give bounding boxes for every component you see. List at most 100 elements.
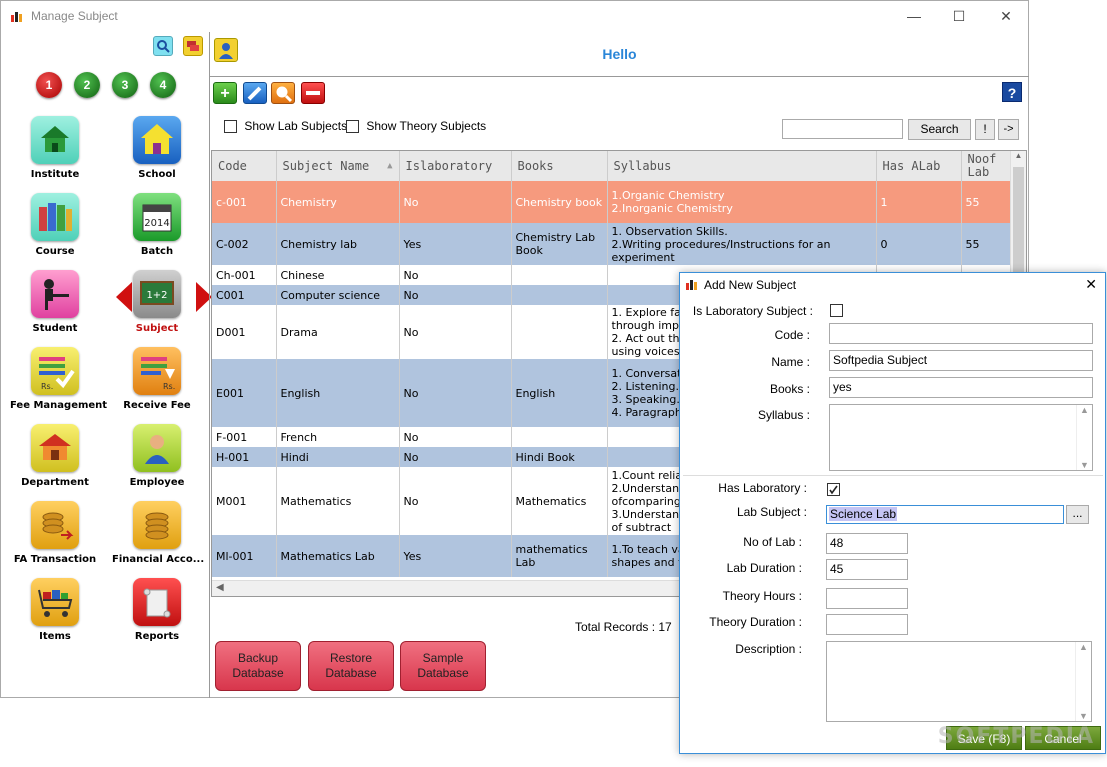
add-subject-dialog: Add New Subject ✕ Is Laboratory Subject …: [679, 272, 1106, 754]
show-theory-checkbox[interactable]: [346, 120, 359, 134]
minimize-button[interactable]: —: [894, 5, 934, 27]
tile-fa-transaction[interactable]: FA Transaction: [10, 501, 100, 571]
no-of-lab-label: No of Lab :: [743, 535, 802, 549]
tile-fee-management[interactable]: Rs. Fee Management: [10, 347, 107, 417]
tile-school[interactable]: School: [112, 116, 202, 186]
column-header-books[interactable]: Books: [511, 151, 608, 181]
cell-books: Mathematics: [511, 467, 608, 535]
dialog-title-bar: Add New Subject ✕: [680, 273, 1105, 297]
lab-subject-input[interactable]: Science Lab: [826, 505, 1064, 524]
scroll-up-icon[interactable]: ▲: [1077, 405, 1092, 415]
maximize-button[interactable]: ☐: [939, 5, 979, 27]
greeting-bar: Hello: [210, 32, 1029, 77]
cell-islab: Yes: [399, 223, 512, 265]
tile-batch[interactable]: 2014 Batch: [112, 193, 202, 263]
cell-has-alab: 1: [876, 181, 962, 223]
theory-duration-input[interactable]: [826, 614, 908, 635]
cell-code: E001: [212, 359, 277, 427]
add-button[interactable]: +: [213, 82, 237, 104]
magnifier-icon: [276, 86, 293, 103]
scroll-up-icon[interactable]: ▲: [1011, 151, 1026, 160]
scroll-left-icon[interactable]: ◀: [216, 582, 224, 593]
tile-department[interactable]: Department: [10, 424, 100, 494]
syllabus-scrollbar[interactable]: ▲ ▼: [1076, 405, 1092, 470]
cell-code: D001: [212, 305, 277, 359]
column-header-noof-lab[interactable]: Noof Lab: [961, 151, 1013, 181]
tile-reports[interactable]: Reports: [112, 578, 202, 648]
cell-name: Hindi: [276, 447, 400, 467]
tile-items[interactable]: Items: [10, 578, 100, 648]
scroll-down-icon[interactable]: ▼: [1077, 460, 1092, 470]
school-icon: [133, 116, 181, 164]
is-lab-label: Is Laboratory Subject :: [692, 304, 813, 318]
tile-receive-fee[interactable]: Rs. Receive Fee: [112, 347, 202, 417]
tile-course[interactable]: Course: [10, 193, 100, 263]
scroll-down-icon[interactable]: ▼: [1076, 711, 1091, 721]
tile-institute[interactable]: Institute: [10, 116, 100, 186]
show-theory-filter[interactable]: Show Theory Subjects: [346, 119, 486, 134]
close-button[interactable]: ✕: [986, 5, 1026, 27]
delete-button[interactable]: [301, 82, 325, 104]
tile-student[interactable]: Student: [10, 270, 100, 340]
table-row[interactable]: C-002 Chemistry lab Yes Chemistry Lab Book 1…: [212, 223, 1013, 265]
theory-duration-label: Theory Duration :: [709, 615, 802, 629]
cell-syllabus: 1. Observation Skills. 2.Writing procedu…: [607, 223, 877, 265]
find-button[interactable]: [271, 82, 295, 104]
search-button[interactable]: Search: [908, 119, 971, 140]
page-4-button[interactable]: 4: [150, 72, 176, 98]
tile-financial-accounts[interactable]: Financial Acco...: [112, 501, 204, 571]
sort-asc-icon: ▲: [387, 160, 393, 171]
syllabus-textarea[interactable]: ▲ ▼: [829, 404, 1093, 471]
books-icon: [31, 193, 79, 241]
chat-icon[interactable]: [183, 36, 203, 56]
cell-islab: No: [399, 427, 512, 447]
edit-button[interactable]: [243, 82, 267, 104]
theory-hours-input[interactable]: [826, 588, 908, 609]
cell-name: Mathematics: [276, 467, 400, 535]
search-input[interactable]: [782, 119, 903, 139]
name-input[interactable]: Softpedia Subject: [829, 350, 1093, 371]
page-3-button[interactable]: 3: [112, 72, 138, 98]
theory-hours-label: Theory Hours :: [722, 589, 802, 603]
page-2-button[interactable]: 2: [74, 72, 100, 98]
has-lab-checkbox[interactable]: [827, 483, 840, 496]
cell-name: Mathematics Lab: [276, 535, 400, 577]
cell-name: Computer science: [276, 285, 400, 305]
search-icon[interactable]: [153, 36, 173, 56]
column-header-syllabus[interactable]: Syllabus: [607, 151, 877, 181]
no-of-lab-input[interactable]: 48: [826, 533, 908, 554]
description-textarea[interactable]: ▲ ▼: [826, 641, 1092, 722]
code-input[interactable]: [829, 323, 1093, 344]
books-input[interactable]: yes: [829, 377, 1093, 398]
cell-name: Chinese: [276, 265, 400, 285]
help-button[interactable]: ?: [1002, 82, 1022, 102]
backup-database-button[interactable]: Backup Database: [215, 641, 301, 691]
column-header-subject-name[interactable]: Subject Name ▲: [276, 151, 400, 181]
cell-books: [511, 285, 608, 305]
scroll-icon: [133, 578, 181, 626]
column-header-code[interactable]: Code: [212, 151, 277, 181]
tile-subject[interactable]: 1+2 Subject: [112, 270, 212, 340]
is-lab-checkbox[interactable]: [830, 304, 843, 317]
prev-arrow-icon[interactable]: [116, 282, 132, 312]
page-1-button[interactable]: 1: [36, 72, 62, 98]
dialog-close-button[interactable]: ✕: [1085, 276, 1097, 293]
cell-code: F-001: [212, 427, 277, 447]
lab-subject-browse-button[interactable]: ...: [1066, 505, 1089, 524]
show-lab-filter[interactable]: Show Lab Subjects: [224, 119, 347, 134]
table-row[interactable]: c-001 Chemistry No Chemistry book 1.Organic …: [212, 181, 1013, 223]
chalkboard-text: 1+2: [146, 290, 167, 301]
sample-database-button[interactable]: Sample Database: [400, 641, 486, 691]
show-lab-checkbox[interactable]: [224, 120, 237, 134]
total-records: Total Records : 17: [575, 620, 672, 634]
scroll-up-icon[interactable]: ▲: [1076, 642, 1091, 652]
description-scrollbar[interactable]: ▲ ▼: [1075, 642, 1091, 721]
restore-database-button[interactable]: Restore Database: [308, 641, 394, 691]
tile-employee[interactable]: Employee: [112, 424, 202, 494]
exclaim-button[interactable]: !: [975, 119, 995, 140]
next-button[interactable]: ->: [998, 119, 1019, 140]
cell-books: [511, 265, 608, 285]
column-header-islaboratory[interactable]: Islaboratory: [399, 151, 512, 181]
lab-duration-input[interactable]: 45: [826, 559, 908, 580]
column-header-has-alab[interactable]: Has ALab: [876, 151, 962, 181]
